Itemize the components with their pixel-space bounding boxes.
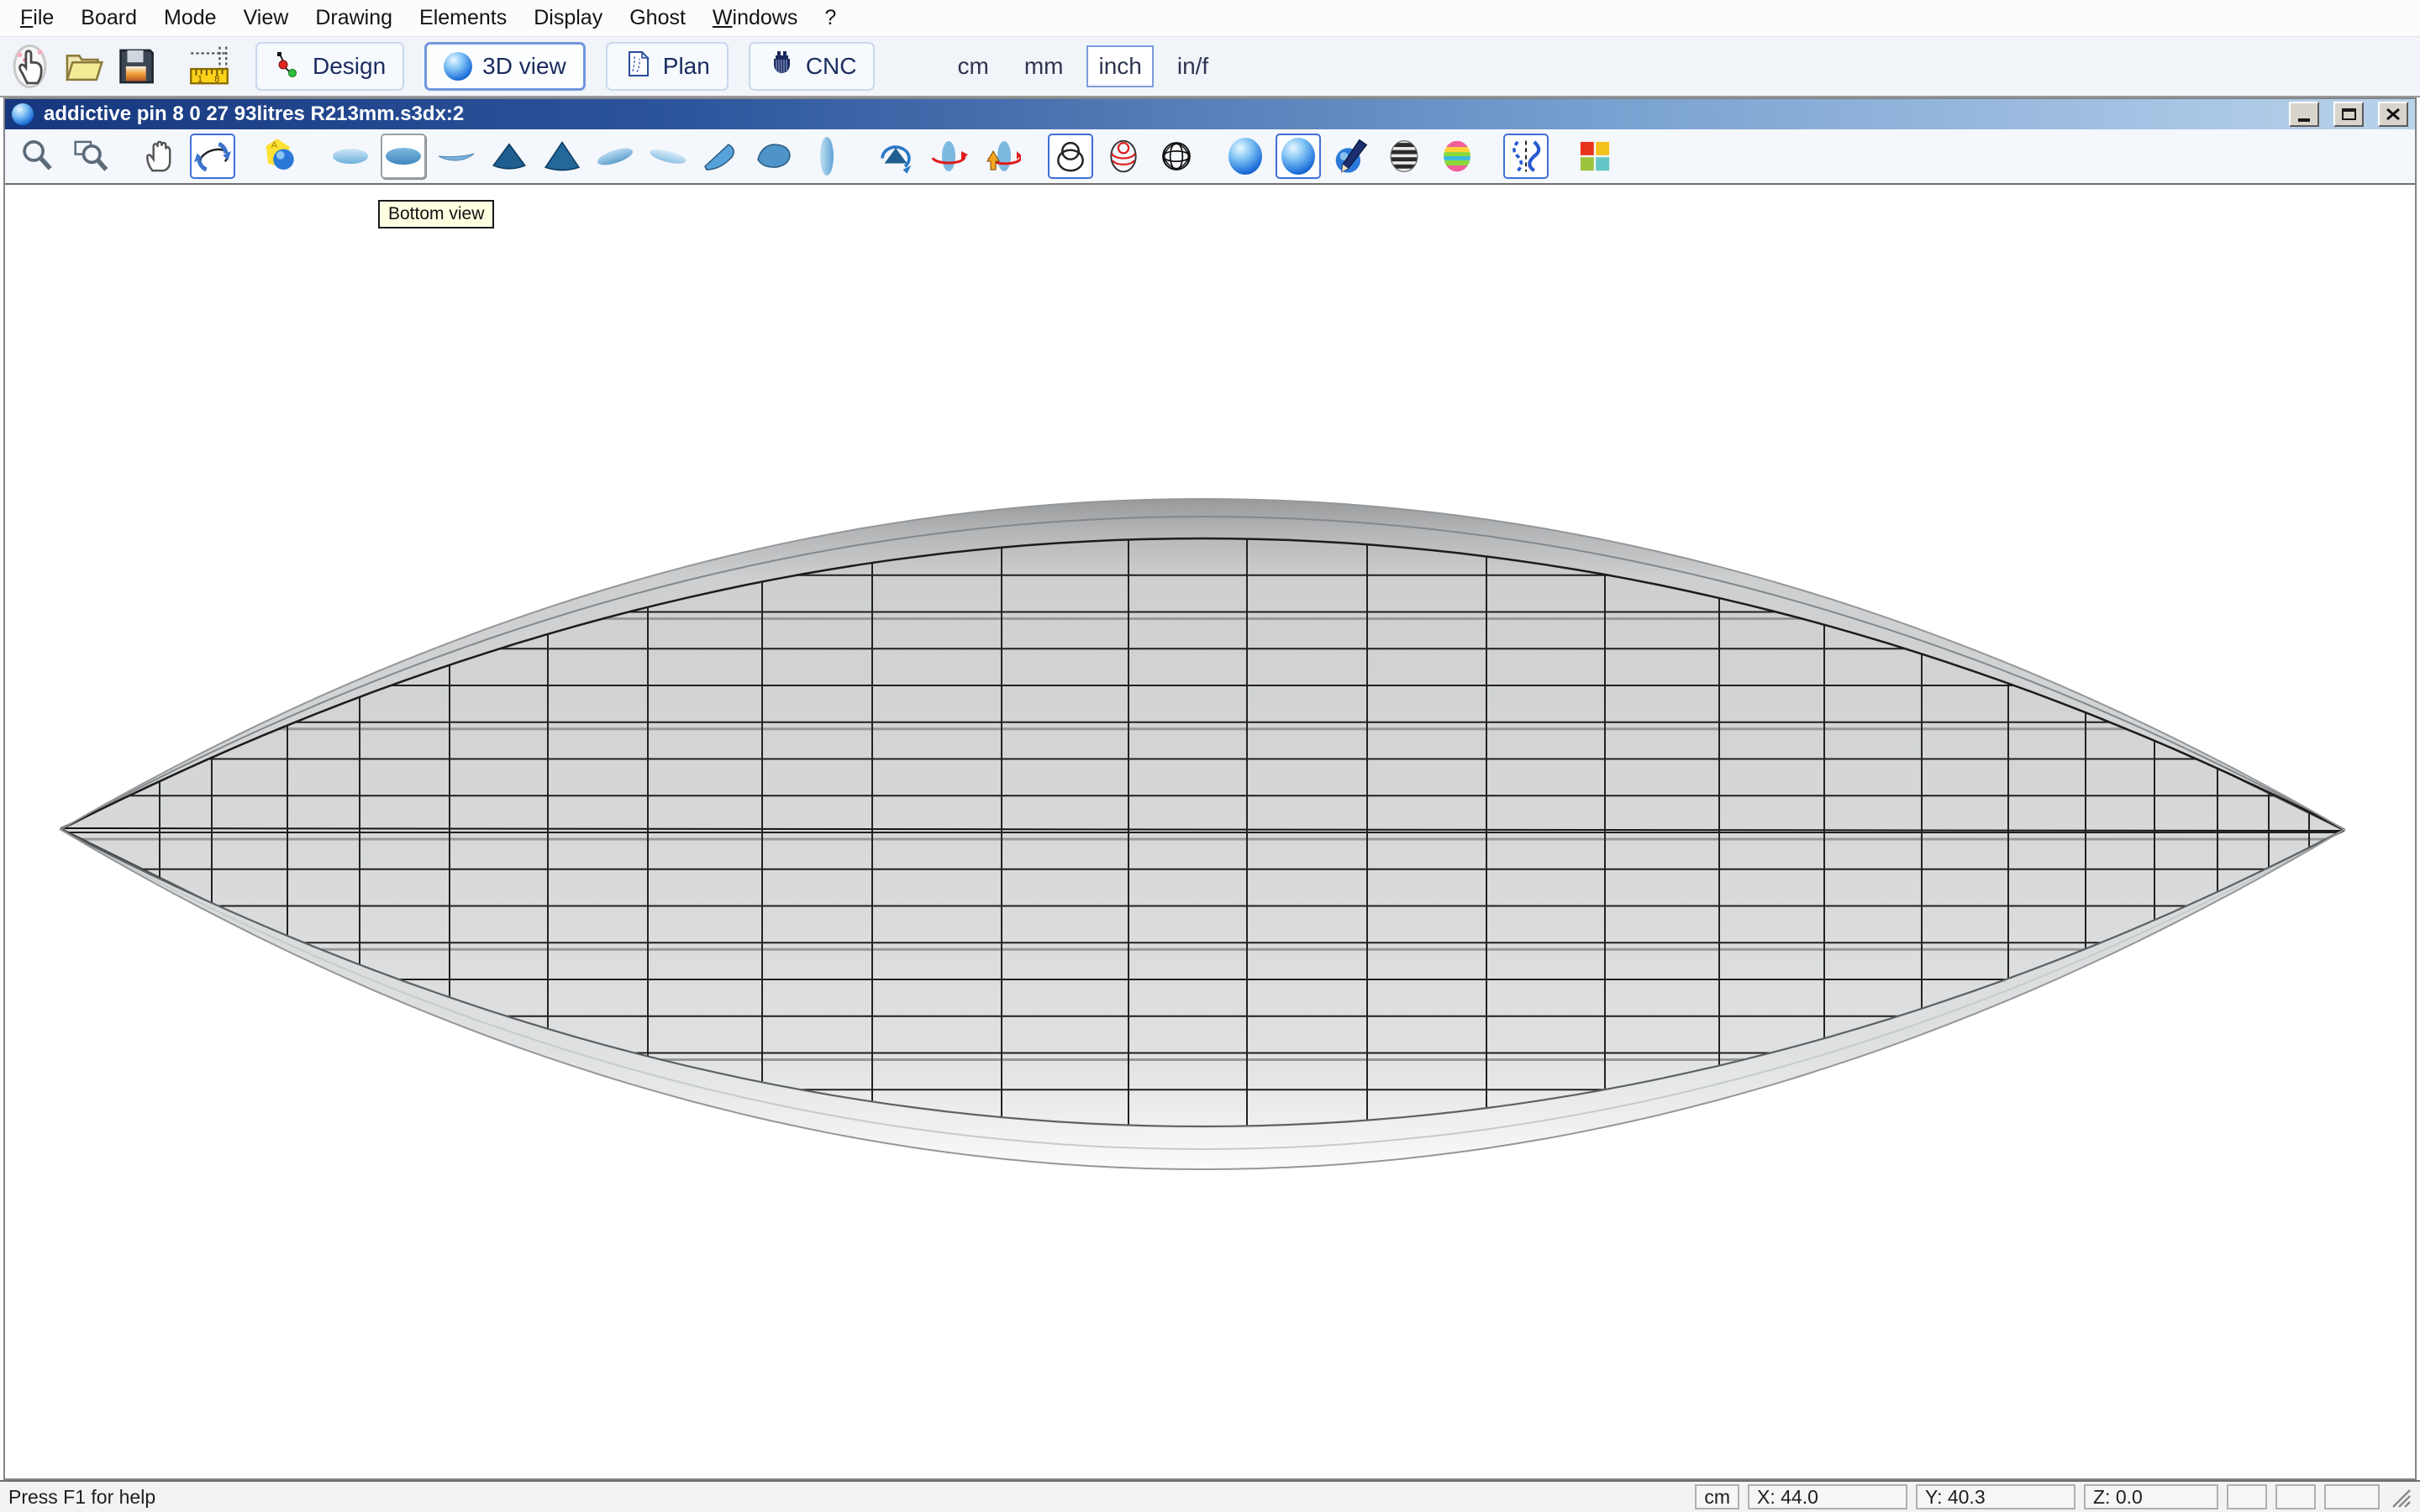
cnc-mode-button[interactable]: CNC <box>749 42 876 91</box>
plan-icon <box>624 50 653 84</box>
status-bar: Press F1 for help cm X: 44.0 Y: 40.3 Z: … <box>0 1480 2420 1512</box>
menu-windows[interactable]: Windows <box>699 2 811 34</box>
status-empty-1 <box>2227 1484 2267 1509</box>
status-x-coord: X: 44.0 <box>1748 1484 1907 1509</box>
menu-mode[interactable]: Mode <box>150 2 230 34</box>
perspective-4-icon[interactable] <box>751 134 797 179</box>
view-toolbar: A <box>5 129 2415 185</box>
open-folder-icon[interactable] <box>57 40 109 92</box>
menu-ghost[interactable]: Ghost <box>616 2 699 34</box>
document-window: addictive pin 8 0 27 93litres R213mm.s3d… <box>3 97 2417 1480</box>
minimize-button[interactable] <box>2289 102 2319 127</box>
design-icon <box>274 50 302 84</box>
menu-drawing[interactable]: Drawing <box>302 2 406 34</box>
status-empty-3 <box>2324 1484 2380 1509</box>
front-view-icon[interactable] <box>487 134 532 179</box>
menu-bar: File Board Mode View Drawing Elements Di… <box>0 0 2420 37</box>
board-svg[interactable] <box>5 185 2415 1478</box>
menu-display[interactable]: Display <box>520 2 616 34</box>
svg-text:1: 1 <box>197 75 203 85</box>
pan-hand-icon[interactable] <box>137 134 182 179</box>
menu-view[interactable]: View <box>230 2 302 34</box>
color-palette-icon[interactable] <box>1572 134 1618 179</box>
window-title: addictive pin 8 0 27 93litres R213mm.s3d… <box>44 102 464 126</box>
perspective-2-icon[interactable] <box>645 134 691 179</box>
3d-view-icon <box>444 52 472 81</box>
status-unit: cm <box>1695 1484 1739 1509</box>
rotate-view-icon[interactable] <box>873 134 918 179</box>
unit-selector: cm mm inch in/f <box>945 45 1220 87</box>
main-toolbar: 18 Design 3D view Plan <box>0 37 2420 97</box>
rotate-3d-icon[interactable] <box>190 134 235 179</box>
window-title-bar[interactable]: addictive pin 8 0 27 93litres R213mm.s3d… <box>5 99 2415 129</box>
render-solid-icon[interactable] <box>1223 134 1268 179</box>
3d-canvas[interactable]: Bottom view <box>5 185 2415 1478</box>
plan-mode-button[interactable]: Plan <box>606 42 729 91</box>
zoom-icon[interactable] <box>15 134 60 179</box>
menu-board[interactable]: Board <box>67 2 150 34</box>
mesh-sphere-icon[interactable] <box>1154 134 1199 179</box>
unit-cm[interactable]: cm <box>945 45 1000 87</box>
plan-label: Plan <box>663 53 710 80</box>
close-icon <box>2386 108 2401 121</box>
light-icon[interactable]: A <box>259 134 304 179</box>
svg-text:A: A <box>271 140 278 150</box>
3d-view-mode-button[interactable]: 3D view <box>424 42 586 91</box>
outline-view-icon[interactable] <box>804 134 850 179</box>
close-button[interactable] <box>2378 102 2408 127</box>
unit-inch[interactable]: inch <box>1086 45 1153 87</box>
perspective-1-icon[interactable] <box>592 134 638 179</box>
bottom-view-icon[interactable] <box>381 134 426 179</box>
window-icon <box>12 103 34 125</box>
unit-mm[interactable]: mm <box>1013 45 1076 87</box>
render-smooth-icon[interactable] <box>1276 134 1321 179</box>
cnc-label: CNC <box>806 53 857 80</box>
bottom-view-tooltip: Bottom view <box>378 200 494 228</box>
3d-view-label: 3D view <box>482 53 566 80</box>
rotate-horizontal-icon[interactable] <box>926 134 971 179</box>
status-z-coord: Z: 0.0 <box>2084 1484 2218 1509</box>
maximize-button[interactable] <box>2333 102 2364 127</box>
paint-design-icon[interactable] <box>1328 134 1374 179</box>
curvature-map-icon[interactable] <box>1434 134 1480 179</box>
zoom-area-icon[interactable] <box>68 134 113 179</box>
menu-help[interactable]: ? <box>811 2 850 34</box>
perspective-3-icon[interactable] <box>698 134 744 179</box>
slice-sphere-icon[interactable] <box>1101 134 1146 179</box>
menu-file[interactable]: File <box>7 2 67 34</box>
cnc-icon <box>767 50 796 84</box>
status-y-coord: Y: 40.3 <box>1916 1484 2075 1509</box>
hand-pointer-icon[interactable] <box>5 40 57 92</box>
menu-elements[interactable]: Elements <box>406 2 520 34</box>
resize-grip[interactable] <box>2388 1485 2412 1509</box>
top-view-icon[interactable] <box>328 134 373 179</box>
design-mode-button[interactable]: Design <box>255 42 404 91</box>
rotate-vertical-icon[interactable] <box>979 134 1024 179</box>
design-label: Design <box>313 53 386 80</box>
side-view-icon[interactable] <box>434 134 479 179</box>
back-view-icon[interactable] <box>539 134 585 179</box>
svg-text:8: 8 <box>214 75 219 85</box>
save-icon[interactable] <box>109 40 161 92</box>
unit-inf[interactable]: in/f <box>1165 45 1220 87</box>
asymmetry-icon[interactable] <box>1503 134 1549 179</box>
status-help-text: Press F1 for help <box>8 1486 155 1509</box>
dimensions-ruler-icon[interactable]: 18 <box>183 40 235 92</box>
zebra-stripes-icon[interactable] <box>1381 134 1427 179</box>
status-empty-2 <box>2275 1484 2316 1509</box>
wireframe-sphere-icon[interactable] <box>1048 134 1093 179</box>
